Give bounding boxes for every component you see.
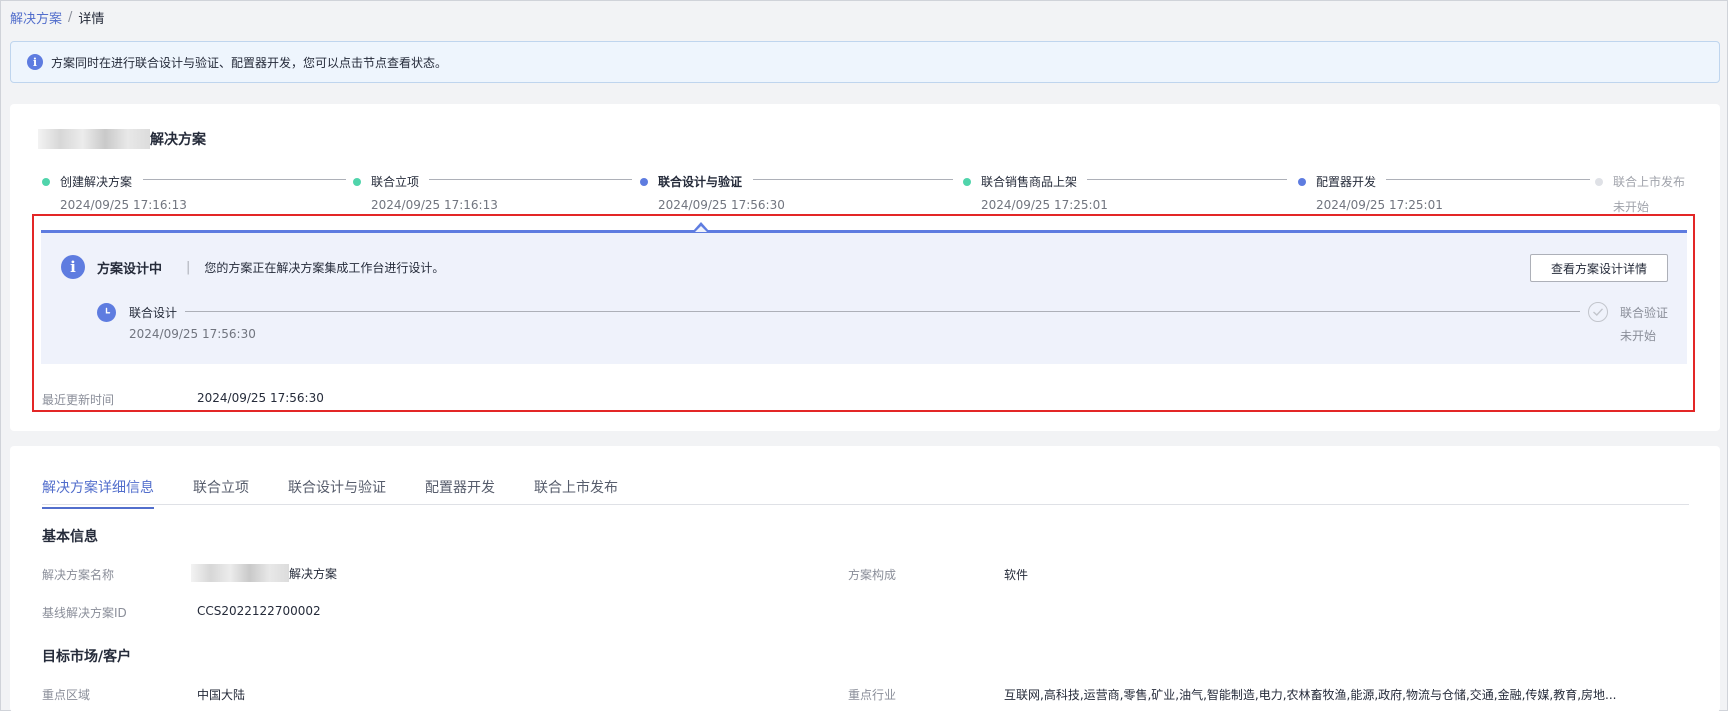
field-value-baseline-id: CCS2022122700002 <box>197 604 321 618</box>
masked-name-image <box>38 129 150 149</box>
field-value-region: 中国大陆 <box>197 688 246 702</box>
tab-divider <box>42 504 1689 505</box>
timeline-label: 创建解决方案 <box>60 175 133 189</box>
timeline-label: 联合上市发布 <box>1613 175 1686 189</box>
timeline-time: 2024/09/25 17:16:13 <box>60 198 187 212</box>
timeline-time: 2024/09/25 17:56:30 <box>658 198 785 212</box>
timeline-connector <box>143 179 346 180</box>
field-label-name: 解决方案名称 <box>42 568 115 582</box>
field-value-name-text: 解决方案 <box>289 566 338 581</box>
field-value-composition: 软件 <box>1004 568 1029 582</box>
timeline-time: 2024/09/25 17:25:01 <box>1316 198 1443 212</box>
status-dot-icon <box>353 177 361 186</box>
timeline-connector <box>1087 179 1287 180</box>
masked-name-image <box>191 564 289 582</box>
timeline-time: 2024/09/25 17:16:13 <box>371 198 498 212</box>
breadcrumb-link-solutions[interactable]: 解决方案 <box>10 8 62 27</box>
timeline-label: 联合立项 <box>371 175 420 189</box>
timeline-connector <box>429 179 632 180</box>
solution-title-text: 解决方案 <box>150 132 206 148</box>
field-label-baseline-id: 基线解决方案ID <box>42 606 127 620</box>
timeline-time: 2024/09/25 17:25:01 <box>981 198 1108 212</box>
field-label-region: 重点区域 <box>42 688 91 702</box>
timeline-connector <box>1386 179 1590 180</box>
solution-title: 解决方案 <box>38 129 206 149</box>
timeline-label: 联合设计与验证 <box>658 175 743 189</box>
notice-text: 方案同时在进行联合设计与验证、配置器开发，您可以点击节点查看状态。 <box>51 55 448 70</box>
notice-banner: i 方案同时在进行联合设计与验证、配置器开发，您可以点击节点查看状态。 <box>10 41 1720 83</box>
field-label-composition: 方案构成 <box>848 568 897 582</box>
section-title-basic: 基本信息 <box>42 529 98 545</box>
breadcrumb-separator: / <box>68 10 73 25</box>
timeline-label: 配置器开发 <box>1316 175 1377 189</box>
timeline-label: 联合销售商品上架 <box>981 175 1078 189</box>
field-label-industry: 重点行业 <box>848 688 897 702</box>
status-dot-icon <box>1298 177 1306 186</box>
status-dot-icon <box>640 177 648 186</box>
section-title-market: 目标市场/客户 <box>42 649 132 665</box>
field-value-industry: 互联网,高科技,运营商,零售,矿业,油气,智能制造,电力,农林畜牧渔,能源,政府… <box>1004 688 1617 702</box>
status-dot-icon <box>42 177 50 186</box>
status-dot-icon <box>1595 177 1603 186</box>
timeline-time: 未开始 <box>1613 200 1650 214</box>
timeline-connector <box>753 179 953 180</box>
status-dot-icon <box>963 177 971 186</box>
breadcrumb: 解决方案 / 详情 <box>10 8 104 27</box>
breadcrumb-current: 详情 <box>78 12 105 27</box>
highlight-frame <box>32 214 1695 412</box>
field-value-name: 解决方案 <box>191 564 337 582</box>
info-icon: i <box>27 54 43 70</box>
timeline-node-launch[interactable]: 联合上市发布 未开始 <box>1595 173 1685 215</box>
